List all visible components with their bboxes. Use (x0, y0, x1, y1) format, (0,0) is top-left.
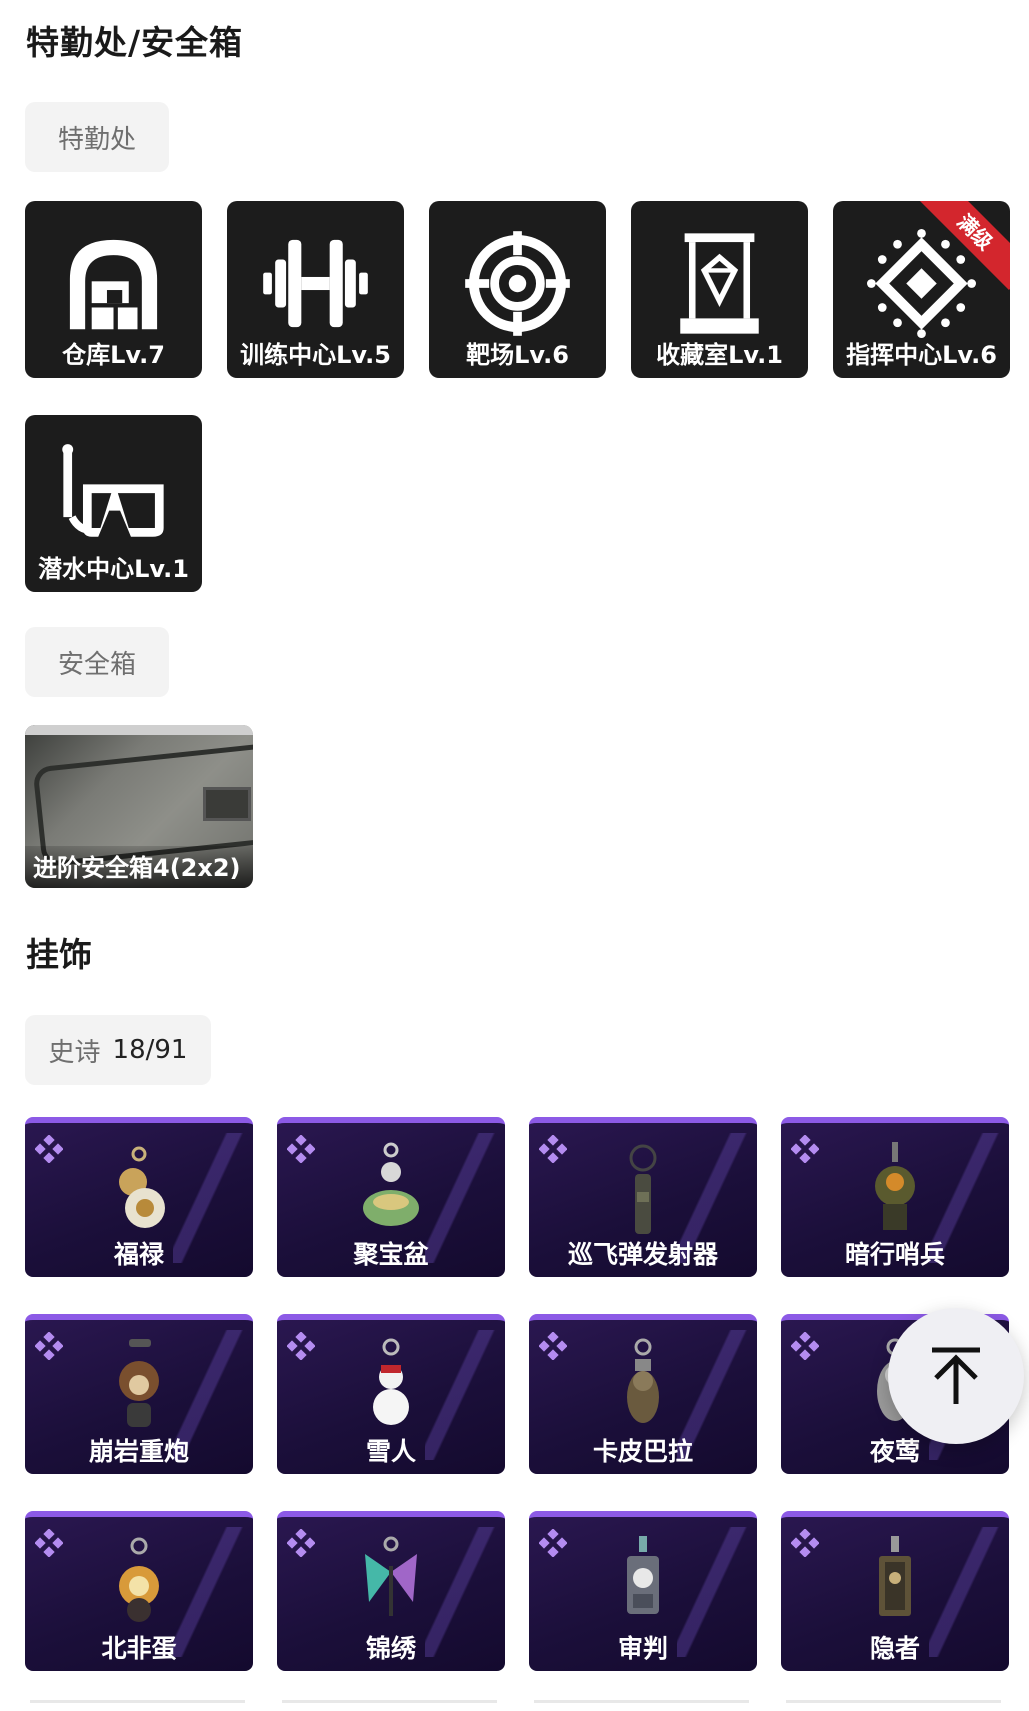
building-label: 仓库Lv.7 (62, 341, 165, 369)
epic-rarity-icon (287, 1332, 315, 1360)
charm-card[interactable]: 巡飞弹发射器 (529, 1117, 757, 1277)
display-case-icon (680, 233, 759, 334)
building-training-center[interactable]: 训练中心Lv.5 (227, 201, 404, 378)
charm-image (627, 1338, 659, 1423)
building-label: 训练中心Lv.5 (240, 341, 391, 369)
epic-rarity-icon (539, 1529, 567, 1557)
building-label: 靶场Lv.6 (466, 341, 569, 369)
next-row-edge (786, 1700, 1001, 1703)
epic-rarity-icon (539, 1332, 567, 1360)
charm-label: 福禄 (113, 1240, 164, 1269)
section-title-office-safebox: 特勤处/安全箱 (26, 23, 244, 62)
charm-label: 聚宝盆 (353, 1240, 429, 1269)
charm-card[interactable]: 审判 (529, 1511, 757, 1671)
charm-image (373, 1338, 409, 1425)
charm-image (119, 1537, 159, 1622)
charm-label: 审判 (617, 1634, 668, 1663)
charm-image (875, 1142, 915, 1230)
target-icon (465, 231, 570, 336)
epic-rarity-icon (35, 1135, 63, 1163)
tab-office[interactable]: 特勤处 (25, 102, 169, 172)
epic-rarity-icon (287, 1135, 315, 1163)
charm-card[interactable]: 崩岩重炮 (25, 1314, 253, 1474)
section-title-charms: 挂饰 (26, 935, 92, 974)
building-warehouse[interactable]: 仓库Lv.7 (25, 201, 202, 378)
tab-office-label: 特勤处 (57, 124, 136, 155)
tab-safebox-label: 安全箱 (57, 649, 136, 680)
safebox-label: 进阶安全箱4(2x2) (25, 846, 253, 888)
charm-card[interactable]: 隐者 (781, 1511, 1009, 1671)
charm-label: 暗行哨兵 (844, 1240, 945, 1269)
epic-rarity-icon (791, 1529, 819, 1557)
charm-image (119, 1146, 165, 1228)
charm-label: 雪人 (365, 1437, 416, 1466)
next-row-edge (534, 1700, 749, 1703)
diving-mask-icon (62, 444, 164, 537)
charm-image (363, 1142, 419, 1226)
building-label: 收藏室Lv.1 (656, 341, 783, 369)
safebox-card[interactable]: 进阶安全箱4(2x2) (25, 725, 253, 888)
epic-rarity-icon (791, 1332, 819, 1360)
charm-card[interactable]: 锦绣 (277, 1511, 505, 1671)
charm-label: 崩岩重炮 (88, 1437, 189, 1466)
charm-label: 隐者 (869, 1634, 920, 1663)
epic-rarity-icon (539, 1135, 567, 1163)
charm-rarity-filter[interactable]: 史诗 18/91 (25, 1015, 211, 1085)
charm-image (629, 1144, 657, 1234)
epic-rarity-icon (791, 1135, 819, 1163)
building-shooting-range[interactable]: 靶场Lv.6 (429, 201, 606, 378)
building-label: 潜水中心Lv.1 (38, 555, 189, 583)
epic-rarity-icon (35, 1332, 63, 1360)
next-row-edge (282, 1700, 497, 1703)
charm-label: 北非蛋 (101, 1634, 177, 1663)
chip-icon (867, 229, 976, 338)
next-row-edge (30, 1700, 245, 1703)
building-diving-center[interactable]: 潜水中心Lv.1 (25, 415, 202, 592)
tab-safebox[interactable]: 安全箱 (25, 627, 169, 697)
charm-card[interactable]: 北非蛋 (25, 1511, 253, 1671)
warehouse-icon (69, 239, 158, 330)
charm-card[interactable]: 聚宝盆 (277, 1117, 505, 1277)
epic-rarity-icon (287, 1529, 315, 1557)
building-collection-room[interactable]: 收藏室Lv.1 (631, 201, 808, 378)
back-to-top-button[interactable] (888, 1308, 1024, 1444)
building-command-center[interactable]: 满级 指挥中心Lv.6 (833, 201, 1010, 378)
charm-label: 锦绣 (365, 1634, 416, 1663)
charm-image (365, 1536, 417, 1616)
arrow-up-icon (932, 1347, 980, 1404)
charm-card[interactable]: 雪人 (277, 1314, 505, 1474)
charm-count: 18/91 (112, 1035, 188, 1065)
charm-image (627, 1536, 659, 1614)
charm-card[interactable]: 福禄 (25, 1117, 253, 1277)
charm-card[interactable]: 暗行哨兵 (781, 1117, 1009, 1277)
charm-image (879, 1536, 911, 1616)
charm-label: 卡皮巴拉 (592, 1437, 693, 1466)
dumbbell-icon (263, 239, 368, 328)
charm-label: 巡飞弹发射器 (567, 1240, 718, 1269)
epic-rarity-icon (35, 1529, 63, 1557)
charm-image (119, 1339, 159, 1427)
rarity-label: 史诗 (48, 1037, 101, 1068)
building-label: 指挥中心Lv.6 (846, 341, 997, 369)
charm-card[interactable]: 卡皮巴拉 (529, 1314, 757, 1474)
